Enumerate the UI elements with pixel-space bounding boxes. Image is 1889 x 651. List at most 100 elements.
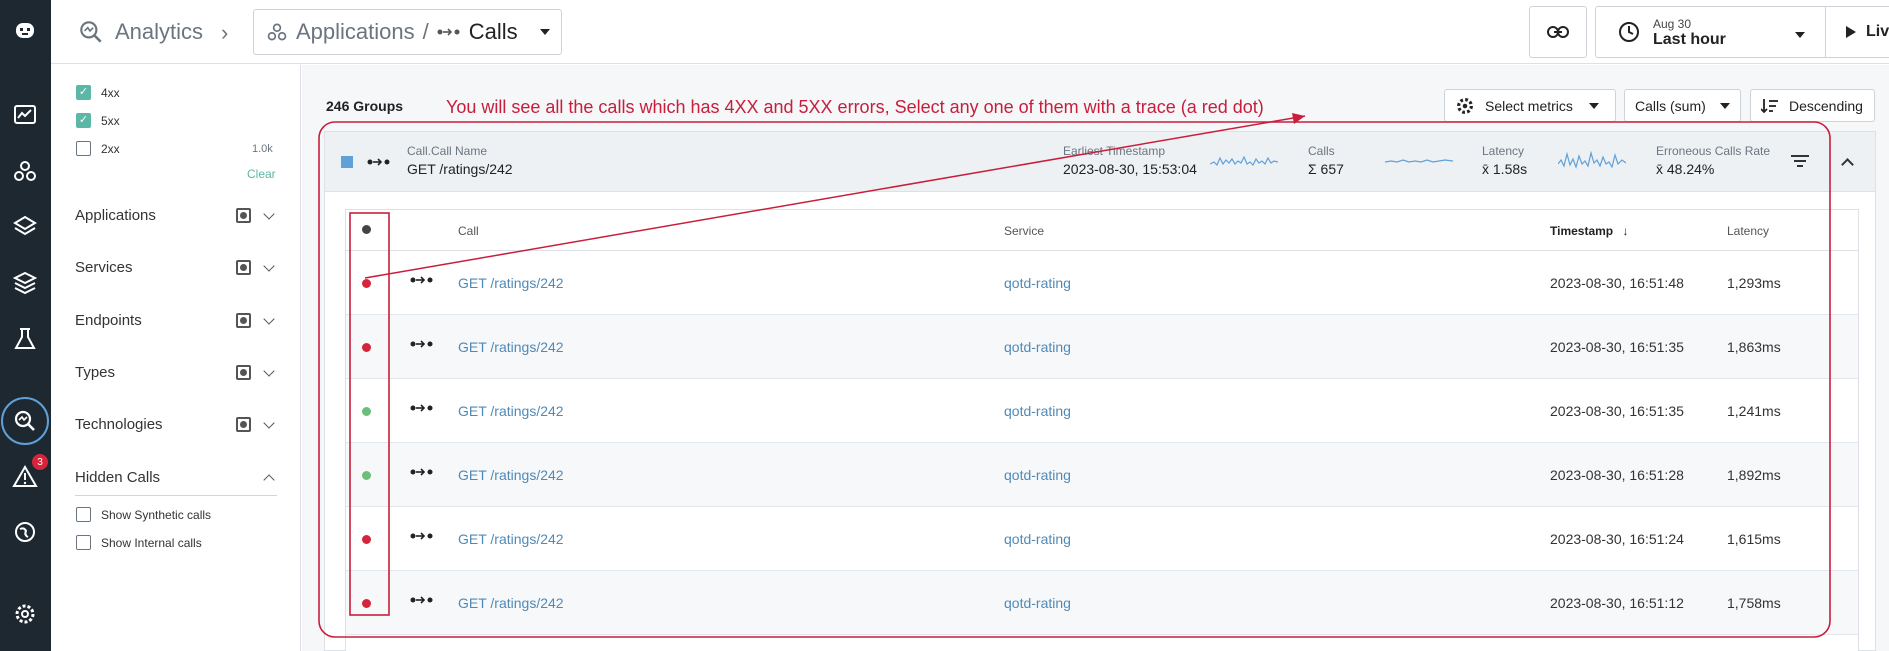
service-link[interactable]: qotd-rating [1004,595,1071,611]
status-dot[interactable] [362,279,371,288]
collapse-chevron-icon[interactable] [1841,158,1854,171]
facet-services[interactable]: Services [75,259,277,276]
filter-5xx[interactable]: ✓ 5xx [76,113,120,128]
layers-icon[interactable] [8,266,42,300]
flask-icon[interactable] [8,322,42,356]
sort-order-label: Descending [1789,97,1863,114]
filter-2xx[interactable]: 2xx [76,141,120,156]
checkbox-checked[interactable]: ✓ [76,85,91,100]
call-link[interactable]: GET /ratings/242 [458,339,564,355]
service-link[interactable]: qotd-rating [1004,339,1071,355]
call-link[interactable]: GET /ratings/242 [458,403,564,419]
checkbox-unchecked[interactable] [76,141,91,156]
call-link[interactable]: GET /ratings/242 [458,531,564,547]
status-dot[interactable] [362,599,371,608]
chevron-down-icon[interactable] [263,312,275,325]
clear-filters-link[interactable]: Clear [247,167,276,181]
facet-label: Applications [75,207,156,224]
status-dot[interactable] [362,343,371,352]
show-synthetic-calls[interactable]: Show Synthetic calls [76,507,211,522]
filter-icon[interactable] [1791,155,1809,170]
chevron-down-icon[interactable] [263,364,275,377]
alerts-icon[interactable]: 3 [8,454,48,494]
latency-cell: 1,293ms [1727,275,1781,291]
group-name: GET /ratings/242 [407,161,513,177]
timestamp-cell: 2023-08-30, 16:51:35 [1550,339,1684,355]
chevron-down-icon[interactable] [263,207,275,220]
application-calls-selector[interactable]: Applications / Calls [253,9,562,55]
settings-gear-icon[interactable] [8,597,42,631]
table-row[interactable]: GET /ratings/242 qotd-rating 2023-08-30, 1… [346,379,1858,443]
status-dot[interactable] [362,407,371,416]
chevron-down-icon[interactable] [263,259,275,272]
table-row[interactable]: GET /ratings/242 qotd-rating 2023-08-30, 1… [346,443,1858,507]
call-link[interactable]: GET /ratings/242 [458,595,564,611]
show-internal-calls[interactable]: Show Internal calls [76,535,202,550]
checkbox-checked[interactable]: ✓ [76,113,91,128]
latency-cell: 1,758ms [1727,595,1781,611]
column-latency[interactable]: Latency [1727,224,1769,238]
selector-separator: / [422,19,429,44]
alert-count-badge: 3 [32,454,48,470]
calls-metric-label: Calls [1308,144,1335,158]
facet-applications[interactable]: Applications [75,207,277,224]
call-group-header[interactable]: Call.Call Name GET /ratings/242 Earliest… [325,132,1875,192]
service-link[interactable]: qotd-rating [1004,531,1071,547]
clock-icon [1619,22,1639,42]
table-row[interactable]: GET /ratings/242 qotd-rating 2023-08-30, 1… [346,251,1858,315]
applications-icon[interactable] [8,154,42,188]
facet-filter-icon[interactable] [236,365,251,380]
column-call[interactable]: Call [458,224,479,238]
column-service[interactable]: Service [1004,224,1044,238]
timestamp-cell: 2023-08-30, 16:51:24 [1550,531,1684,547]
facet-filter-icon[interactable] [236,260,251,275]
call-icon [410,596,433,604]
caret-down-icon [1588,102,1599,109]
call-link[interactable]: GET /ratings/242 [458,467,564,483]
table-row[interactable]: GET /ratings/242 qotd-rating 2023-08-30, 1… [346,315,1858,379]
status-dot[interactable] [362,471,371,480]
table-row[interactable]: GET /ratings/242 qotd-rating 2023-08-30, 1… [346,571,1858,635]
facet-filter-icon[interactable] [236,208,251,223]
robot-logo-icon[interactable] [8,13,42,47]
filter-4xx-label: 4xx [101,85,120,100]
service-link[interactable]: qotd-rating [1004,403,1071,419]
latency-sparkline [1385,159,1453,163]
sort-order-button[interactable]: Descending [1750,89,1875,122]
breadcrumb-analytics[interactable]: Analytics [77,18,203,46]
time-range-picker[interactable]: Aug 30 Last hour Live [1595,6,1889,58]
checkbox-unchecked[interactable] [76,535,91,550]
divider [75,495,277,496]
service-link[interactable]: qotd-rating [1004,275,1071,291]
select-metrics-button[interactable]: Select metrics [1444,89,1616,122]
earliest-timestamp: 2023-08-30, 15:53:04 [1063,161,1197,177]
filter-4xx[interactable]: ✓ 4xx [76,85,120,100]
hidden-calls-header[interactable]: Hidden Calls [75,469,277,486]
live-button[interactable]: Live [1846,23,1889,41]
latency-cell: 1,615ms [1727,531,1781,547]
timestamp-cell: 2023-08-30, 16:51:48 [1550,275,1684,291]
chevron-up-icon[interactable] [263,473,275,486]
status-dot[interactable] [362,535,371,544]
infrastructure-icon[interactable] [8,210,42,244]
top-bar: Analytics › Applications / Calls Aug 30 … [51,0,1889,64]
calls-sum-dropdown[interactable]: Calls (sum) [1624,89,1741,122]
table-row[interactable]: GET /ratings/242 qotd-rating 2023-08-30, 1… [346,507,1858,571]
call-link[interactable]: GET /ratings/242 [458,275,564,291]
facet-endpoints[interactable]: Endpoints [75,312,277,329]
selector-applications-label: Applications [296,19,415,44]
facet-types[interactable]: Types [75,364,277,381]
chevron-down-icon[interactable] [263,416,275,429]
globe-icon[interactable] [8,515,42,549]
analytics-icon[interactable] [1,397,49,445]
service-link[interactable]: qotd-rating [1004,467,1071,483]
group-color-swatch [341,156,353,168]
facet-technologies[interactable]: Technologies [75,416,277,433]
column-timestamp[interactable]: Timestamp ↓ [1550,224,1628,238]
facet-filter-icon[interactable] [236,417,251,432]
dashboard-icon[interactable] [8,98,42,132]
facet-filter-icon[interactable] [236,313,251,328]
filter-2xx-count: 1.0k [252,143,273,155]
copy-link-button[interactable] [1529,6,1587,58]
checkbox-unchecked[interactable] [76,507,91,522]
